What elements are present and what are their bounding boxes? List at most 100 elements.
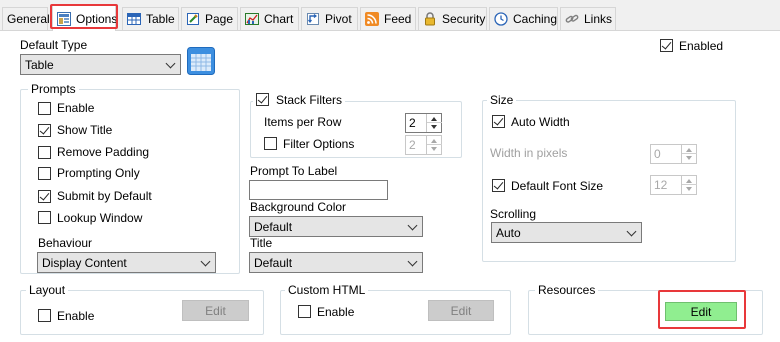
scrolling-value: Auto [496, 225, 521, 240]
prompting-only-label: Prompting Only [57, 166, 140, 180]
size-group-title: Size [487, 93, 517, 107]
spin-up-icon[interactable] [682, 145, 697, 154]
spin-up-icon[interactable] [682, 176, 697, 185]
items-per-row-value: 2 [409, 116, 416, 130]
chevron-down-icon [407, 220, 418, 231]
tab-label: Pivot [325, 12, 352, 26]
prompt-to-label-label: Prompt To Label [250, 164, 338, 178]
tab-pivot[interactable]: Pivot [301, 7, 358, 30]
default-type-label: Default Type [20, 38, 88, 52]
default-font-size-spinner[interactable]: 12 [650, 175, 697, 195]
prompting-only-checkbox[interactable] [38, 167, 51, 180]
title-select[interactable]: Default [249, 252, 423, 273]
width-in-pixels-label: Width in pixels [490, 146, 568, 160]
stack-filters-checkbox[interactable] [256, 93, 269, 106]
title-value: Default [254, 255, 293, 270]
spin-down-icon[interactable] [682, 185, 697, 194]
tab-label: Feed [384, 12, 412, 26]
filter-options-label: Filter Options [283, 137, 355, 151]
default-font-size-checkbox[interactable] [492, 179, 505, 192]
prompt-to-label-input[interactable] [249, 180, 388, 200]
show-title-checkbox[interactable] [38, 124, 51, 137]
chevron-down-icon [200, 256, 211, 267]
submit-by-default-label: Submit by Default [57, 189, 152, 203]
lookup-window-label: Lookup Window [57, 211, 143, 225]
tab-chart[interactable]: Chart [240, 7, 299, 30]
behaviour-select[interactable]: Display Content [37, 252, 216, 273]
spinner-buttons [426, 136, 442, 154]
tab-strip-border [0, 30, 780, 31]
lock-icon [423, 12, 437, 26]
enabled-checkbox[interactable] [660, 39, 673, 52]
spin-down-icon[interactable] [427, 145, 442, 154]
show-title-label: Show Title [57, 123, 113, 137]
chevron-down-icon [165, 58, 176, 69]
tab-label: General [7, 12, 50, 26]
prompts-enable-checkbox[interactable] [38, 102, 51, 115]
layout-group-title: Layout [26, 283, 69, 297]
spin-up-icon[interactable] [427, 136, 442, 145]
layout-edit-label: Edit [205, 303, 226, 318]
scrolling-select[interactable]: Auto [491, 222, 642, 243]
tab-label: Caching [513, 12, 558, 26]
chart-icon [245, 12, 259, 26]
submit-by-default-checkbox[interactable] [38, 190, 51, 203]
layout-enable-checkbox[interactable] [38, 309, 51, 322]
tab-label: Table [146, 12, 175, 26]
default-type-select[interactable]: Table [20, 54, 181, 75]
default-font-size-label: Default Font Size [511, 179, 604, 193]
width-in-pixels-value: 0 [654, 147, 661, 161]
background-color-select[interactable]: Default [249, 216, 423, 237]
stack-filters-label: Stack Filters [276, 93, 343, 107]
title-label: Title [250, 236, 273, 250]
link-icon [565, 12, 579, 26]
chevron-down-icon [626, 226, 637, 237]
tab-general[interactable]: General [2, 7, 50, 30]
spin-up-icon[interactable] [427, 114, 442, 123]
background-color-value: Default [254, 219, 293, 234]
enabled-label: Enabled [679, 39, 724, 53]
spinner-buttons [681, 176, 697, 194]
spinner-buttons [681, 145, 697, 163]
tab-label: Chart [264, 12, 294, 26]
tab-links[interactable]: Links [560, 7, 616, 30]
items-per-row-spinner[interactable]: 2 [405, 113, 442, 133]
filter-options-spinner[interactable]: 2 [405, 135, 442, 155]
options-tab-highlight [50, 4, 118, 29]
table-icon [127, 12, 141, 26]
custom-html-edit-button[interactable]: Edit [428, 300, 494, 321]
table-preview-icon[interactable] [187, 47, 215, 75]
chevron-down-icon [407, 256, 418, 267]
tab-feed[interactable]: Feed [360, 7, 416, 30]
spin-down-icon[interactable] [682, 154, 697, 163]
filter-options-checkbox[interactable] [264, 137, 277, 150]
custom-html-enable-checkbox[interactable] [298, 305, 311, 318]
remove-padding-checkbox[interactable] [38, 146, 51, 159]
tab-label: Page [205, 12, 234, 26]
resources-group-title: Resources [535, 283, 599, 297]
tab-caching[interactable]: Caching [489, 7, 558, 30]
lookup-window-checkbox[interactable] [38, 211, 51, 224]
filter-options-value: 2 [409, 138, 416, 152]
tab-page[interactable]: Page [181, 7, 238, 30]
default-font-size-value: 12 [654, 178, 668, 192]
page-icon [186, 12, 200, 26]
spinner-buttons [426, 114, 442, 132]
tab-security[interactable]: Security [418, 7, 487, 30]
auto-width-checkbox[interactable] [492, 115, 505, 128]
spin-down-icon[interactable] [427, 123, 442, 132]
prompts-group-title: Prompts [28, 82, 79, 96]
prompts-enable-label: Enable [57, 101, 95, 115]
items-per-row-label: Items per Row [264, 115, 342, 129]
width-in-pixels-spinner[interactable]: 0 [650, 144, 697, 164]
tab-label: Links [584, 12, 613, 26]
tab-table[interactable]: Table [122, 7, 179, 30]
custom-html-enable-label: Enable [317, 305, 355, 319]
auto-width-label: Auto Width [511, 115, 570, 129]
remove-padding-label: Remove Padding [57, 145, 150, 159]
scrolling-label: Scrolling [490, 207, 537, 221]
layout-enable-label: Enable [57, 309, 95, 323]
layout-edit-button[interactable]: Edit [182, 300, 249, 321]
background-color-label: Background Color [250, 200, 347, 214]
behaviour-label: Behaviour [38, 236, 93, 250]
